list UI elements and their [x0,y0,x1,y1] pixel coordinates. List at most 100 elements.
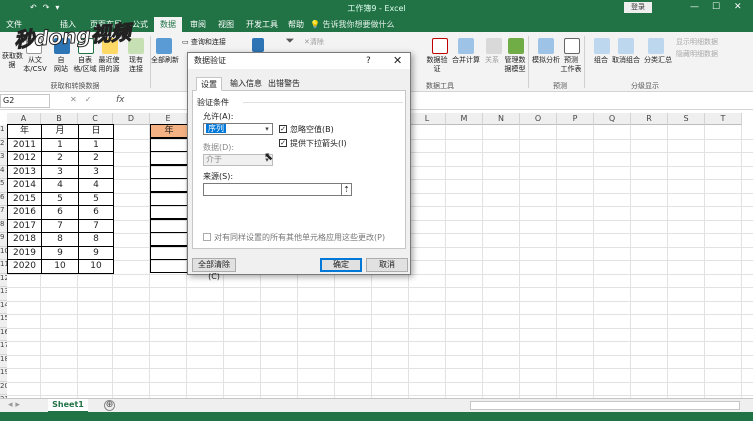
table-cell[interactable]: 2011 [7,137,42,152]
table-cell[interactable]: 10 [78,259,114,274]
row-header[interactable]: 11 [0,260,7,274]
row-header[interactable]: 9 [0,233,7,247]
cell-e[interactable] [150,259,188,273]
row-header[interactable]: 18 [0,354,7,368]
existing-connections-button[interactable]: 现有 连接 [124,56,148,74]
table-cell[interactable]: 6 [78,205,114,220]
tab-developer[interactable]: 开发工具 [246,19,278,30]
row-header[interactable]: 7 [0,206,7,220]
login-button[interactable]: 登录 [624,2,652,13]
maximize-icon[interactable]: ☐ [712,2,720,12]
relationships-button[interactable]: 关系 [482,56,502,65]
column-header[interactable]: M [446,113,483,125]
tab-error-alert[interactable]: 出错警告 [264,77,304,91]
row-header[interactable]: 12 [0,273,7,287]
table-cell[interactable]: 6 [41,205,79,220]
minimize-icon[interactable]: — [690,2,699,12]
column-header[interactable]: P [557,113,594,125]
dialog-close-icon[interactable]: ✕ [393,53,402,69]
table-cell[interactable]: 4 [41,178,79,193]
from-text-csv-button[interactable]: 从文 本/CSV [20,56,50,74]
horizontal-scrollbar[interactable] [470,401,740,410]
table-cell[interactable]: 7 [41,218,79,233]
cell-e[interactable] [150,245,188,260]
cell-e[interactable] [150,178,188,192]
recent-sources-button[interactable]: 最近使 用的源 [94,56,124,74]
table-cell[interactable]: 4 [78,178,114,193]
row-header[interactable]: 13 [0,287,7,301]
collapse-dialog-icon[interactable]: ⇡ [341,183,352,196]
row-header[interactable]: 15 [0,314,7,328]
show-detail-button[interactable]: 显示明细数据 [676,38,736,47]
ungroup-button[interactable]: 取消组合 [608,56,644,65]
refresh-all-button[interactable]: 全部刷新 [150,56,180,65]
tell-me-search[interactable]: 💡 告诉我你想要做什么 [310,19,395,30]
table-header-cell[interactable]: 日 [78,124,114,139]
queries-connections-button[interactable]: ▭ 查询和连接 [182,38,232,47]
column-header[interactable]: D [113,113,150,125]
from-web-button[interactable]: 自 网站 [50,56,72,74]
consolidate-button[interactable]: 合并计算 [446,56,486,65]
filter-icon[interactable]: ⏷ [284,35,296,46]
cell-e[interactable] [150,205,188,219]
table-header-cell[interactable]: 年 [7,124,42,139]
column-header[interactable]: N [483,113,520,125]
table-cell[interactable]: 9 [78,245,114,260]
cell-e[interactable] [150,232,188,246]
row-header[interactable]: 20 [0,381,7,395]
tab-input-message[interactable]: 输入信息 [226,77,266,91]
column-header[interactable]: O [520,113,557,125]
table-cell[interactable]: 5 [78,191,114,206]
allow-select[interactable]: 序列 ▾ [203,123,273,135]
table-cell[interactable]: 9 [41,245,79,260]
cell-e[interactable] [150,218,188,233]
get-data-button[interactable]: 获取数 据 [2,52,23,70]
row-header[interactable]: 14 [0,300,7,314]
cancel-button[interactable]: 取消 [366,258,408,272]
column-header[interactable]: R [631,113,668,125]
clear-all-button[interactable]: 全部清除(C) [192,258,236,281]
table-cell[interactable]: 2 [78,151,114,166]
row-header[interactable]: 3 [0,152,7,166]
cell-e[interactable] [150,137,188,152]
cell-e[interactable] [150,164,188,179]
table-cell[interactable]: 8 [78,232,114,247]
table-header-cell[interactable]: 月 [41,124,79,139]
column-header[interactable]: S [668,113,705,125]
column-header[interactable]: T [705,113,742,125]
table-cell[interactable]: 2018 [7,232,42,247]
row-header[interactable]: 8 [0,219,7,233]
tab-help[interactable]: 帮助 [288,19,304,30]
sheet-nav-icon[interactable]: ◂ ▸ [8,400,20,410]
table-cell[interactable]: 1 [78,137,114,152]
apply-all-checkbox[interactable] [203,233,211,241]
table-cell[interactable]: 7 [78,218,114,233]
subtotal-button[interactable]: 分类汇总 [640,56,676,65]
formula-controls[interactable]: ✕✓ [70,95,99,104]
row-header[interactable]: 17 [0,341,7,355]
table-cell[interactable]: 5 [41,191,79,206]
in-cell-dropdown-checkbox[interactable]: ✓ [279,139,287,147]
table-cell[interactable]: 2017 [7,218,42,233]
sheet-tab-sheet1[interactable]: Sheet1 [48,399,88,413]
row-header[interactable]: 16 [0,327,7,341]
column-header[interactable]: Q [594,113,631,125]
table-cell[interactable]: 3 [41,164,79,179]
cell-e[interactable] [150,151,188,165]
row-header[interactable]: 5 [0,179,7,193]
tab-review[interactable]: 审阅 [190,19,206,30]
row-header[interactable]: 4 [0,165,7,179]
cell-e1[interactable]: 年 [150,124,188,138]
table-cell[interactable]: 2014 [7,178,42,193]
cell-e[interactable] [150,191,188,206]
insert-function-icon[interactable]: fx [116,95,125,105]
table-cell[interactable]: 2012 [7,151,42,166]
table-cell[interactable]: 2020 [7,259,42,274]
row-header[interactable]: 10 [0,246,7,260]
row-header[interactable]: 2 [0,138,7,152]
table-cell[interactable]: 3 [78,164,114,179]
table-cell[interactable]: 1 [41,137,79,152]
help-icon[interactable]: ? [366,53,371,69]
row-header[interactable]: 19 [0,368,7,382]
ignore-blank-checkbox[interactable]: ✓ [279,125,287,133]
